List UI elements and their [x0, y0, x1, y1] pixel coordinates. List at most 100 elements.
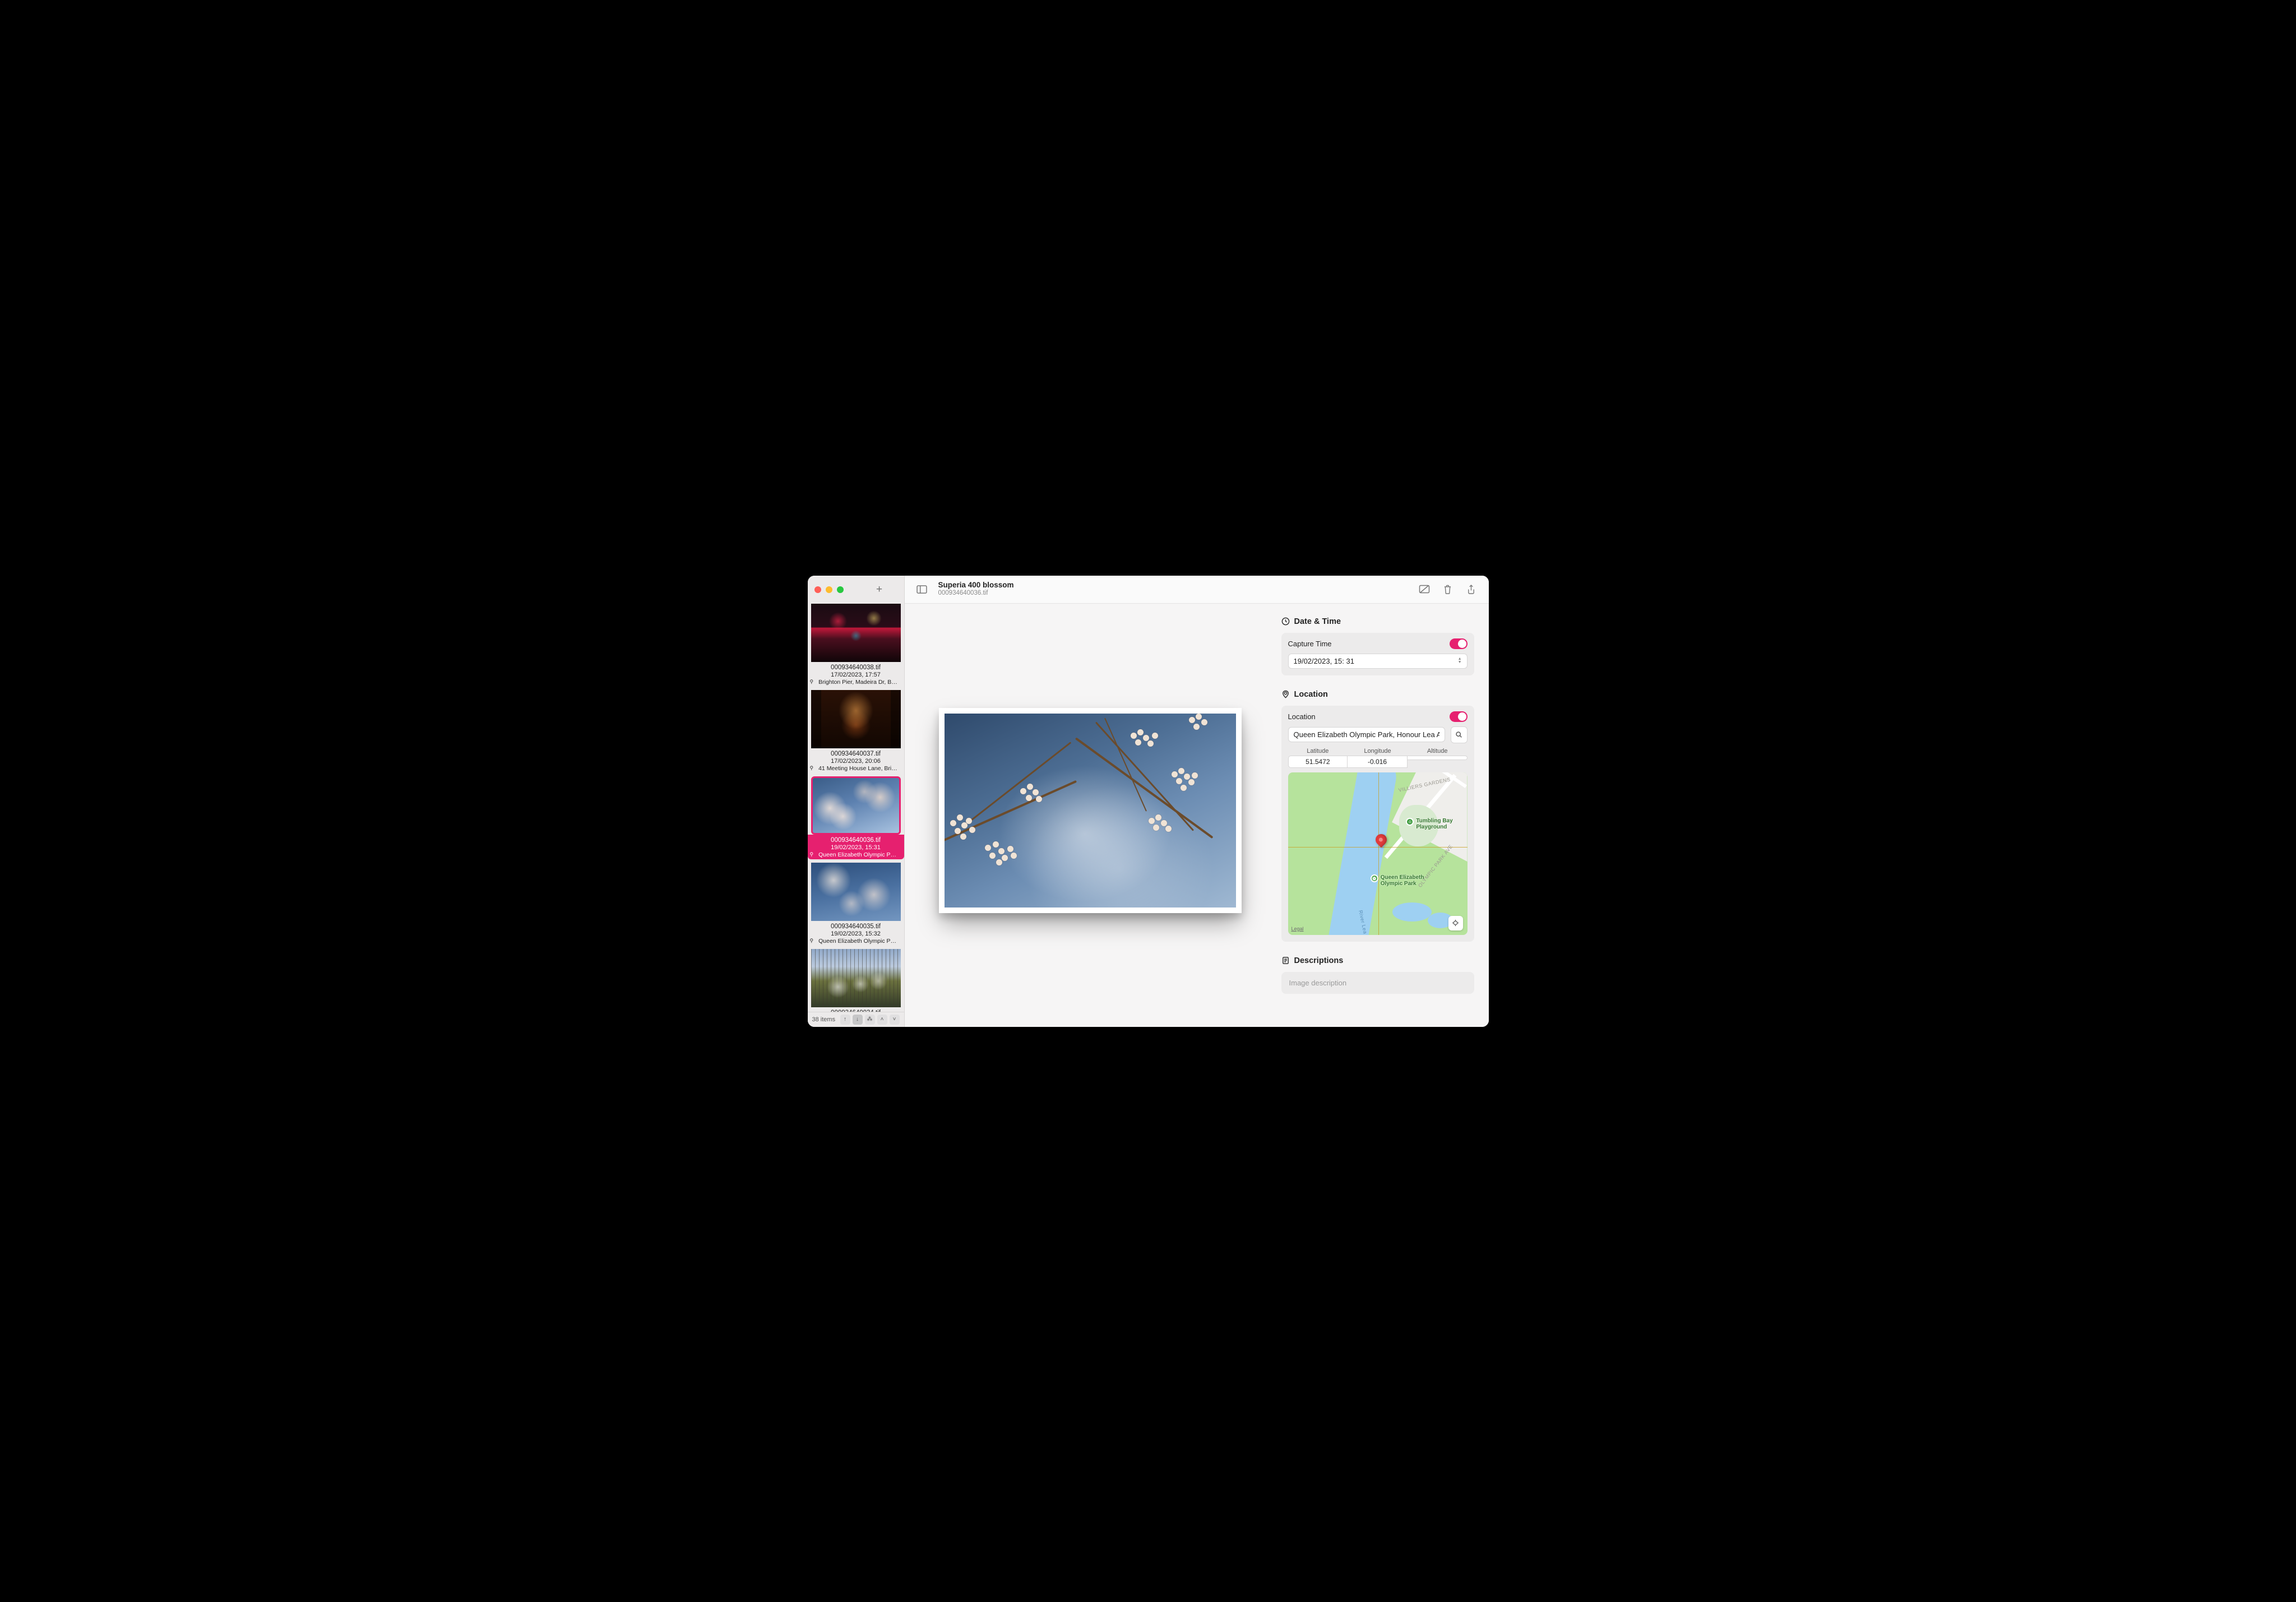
datetime-stepper[interactable]: ▲▼ [1458, 658, 1462, 664]
location-pin-icon [1281, 690, 1290, 698]
thumbnail-image [811, 690, 901, 748]
thumbnail-image [811, 863, 901, 921]
toggle-sidebar-button[interactable] [915, 582, 929, 596]
photo-frame [939, 708, 1242, 913]
thumbnail-location: Brighton Pier, Madeira Dr, Brighton, B… [815, 679, 901, 686]
section-heading: Descriptions [1281, 956, 1474, 965]
fullscreen-window-button[interactable] [837, 586, 844, 593]
thumbnail-filename: 000934640035.tif [810, 923, 902, 930]
thumbnail-location: 41 Meeting House Lane, Brighton, BN1… [815, 765, 901, 772]
datetime-panel: Capture Time 19/02/2023, 15: 31 ▲▼ [1281, 633, 1474, 675]
datetime-heading-label: Date & Time [1294, 617, 1341, 626]
share-button[interactable] [1464, 582, 1479, 596]
inspector-panel: Date & Time Capture Time 19/02/2023, 15:… [1276, 604, 1489, 1027]
thumbnail-item[interactable]: 000934640035.tif 19/02/2023, 15:32 ⚲Quee… [808, 863, 904, 949]
content-area: Date & Time Capture Time 19/02/2023, 15:… [905, 604, 1489, 1027]
item-count: 38 items [812, 1016, 836, 1023]
altitude-label: Altitude [1408, 748, 1468, 754]
section-heading: Location [1281, 690, 1474, 699]
location-panel: Location Queen Elizabeth Olympic Park, H… [1281, 706, 1474, 942]
document-icon [1281, 956, 1290, 965]
location-heading-label: Location [1294, 690, 1328, 699]
location-address-value: Queen Elizabeth Olympic Park, Honour Lea… [1294, 730, 1439, 739]
thumbnail-image [811, 949, 901, 1007]
sidebar-footer: 38 items ↑ ↓ ⁂ ˄ ˅ [808, 1012, 904, 1027]
close-window-button[interactable] [814, 586, 821, 593]
map-legal-link[interactable]: Legal [1292, 926, 1304, 932]
location-toggle[interactable] [1450, 711, 1468, 722]
thumbnail-meta: 000934640036.tif 19/02/2023, 15:31 ⚲Quee… [808, 835, 904, 859]
thumbnail-filename: 000934640038.tif [810, 664, 902, 671]
title-block: Superia 400 blossom 000934640036.tif [938, 581, 1014, 598]
document-filename: 000934640036.tif [938, 590, 1014, 598]
thumbnail-item[interactable]: 000934640038.tif 17/02/2023, 17:57 ⚲Brig… [808, 604, 904, 690]
location-address-field[interactable]: Queen Elizabeth Olympic Park, Honour Lea… [1288, 727, 1445, 742]
crosshair-icon [1452, 919, 1459, 927]
sort-asc-button[interactable]: ↑ [840, 1015, 850, 1025]
thumbnail-item-selected[interactable]: 000934640036.tif 19/02/2023, 15:31 ⚲Quee… [808, 776, 904, 863]
pin-icon: ⚲ [810, 938, 814, 944]
thumbnail-list[interactable]: 000934640038.tif 17/02/2023, 17:57 ⚲Brig… [808, 604, 904, 1012]
clear-metadata-button[interactable] [1417, 582, 1432, 596]
thumbnail-date: 19/02/2023, 15:32 [810, 930, 902, 937]
location-section: Location Location Queen Elizabeth Olympi… [1281, 690, 1474, 942]
toolbar: Superia 400 blossom 000934640036.tif [905, 576, 1489, 604]
poi-label: Tumbling Bay Playground [1416, 818, 1456, 830]
thumbnail-item[interactable]: 000934640034.tif [808, 949, 904, 1012]
add-button[interactable]: + [873, 583, 886, 596]
map-street-label: OLYMPIC PARK AVE [1417, 844, 1453, 888]
tree-icon: ⌂ [1406, 818, 1414, 826]
photo-preview [945, 714, 1236, 908]
description-placeholder: Image description [1289, 979, 1347, 987]
preview-pane [905, 604, 1276, 1027]
coordinates-row: Latitude 51.5472 Longitude -0.016 Altitu… [1288, 748, 1468, 768]
datetime-section: Date & Time Capture Time 19/02/2023, 15:… [1281, 617, 1474, 675]
window-controls-row: + [808, 576, 904, 604]
map-locate-button[interactable] [1448, 916, 1463, 930]
clock-icon [1281, 617, 1290, 626]
capture-time-label: Capture Time [1288, 640, 1444, 648]
delete-button[interactable] [1441, 582, 1455, 596]
longitude-field[interactable]: -0.016 [1348, 756, 1408, 768]
thumbnail-meta: 000934640038.tif 17/02/2023, 17:57 ⚲Brig… [808, 662, 904, 687]
descriptions-heading-label: Descriptions [1294, 956, 1344, 965]
location-search-button[interactable] [1451, 726, 1468, 743]
pin-icon: ⚲ [810, 679, 814, 685]
map-poi[interactable]: ⌂ Tumbling Bay Playground [1406, 818, 1456, 830]
app-window: + 000934640038.tif 17/02/2023, 17:57 ⚲Br… [808, 576, 1489, 1027]
latitude-label: Latitude [1288, 748, 1348, 754]
thumbnail-meta: 000934640035.tif 19/02/2023, 15:32 ⚲Quee… [808, 921, 904, 946]
thumbnail-date: 17/02/2023, 17:57 [810, 672, 902, 678]
main-area: Superia 400 blossom 000934640036.tif [905, 576, 1489, 1027]
thumbnail-image [811, 776, 901, 835]
minimize-window-button[interactable] [826, 586, 832, 593]
traffic-lights [814, 586, 844, 593]
thumbnail-meta: 000934640037.tif 17/02/2023, 20:06 ⚲41 M… [808, 748, 904, 773]
location-label: Location [1288, 712, 1444, 721]
thumbnail-meta: 000934640034.tif [808, 1007, 904, 1012]
thumbnail-location: Queen Elizabeth Olympic Park, Honou… [815, 851, 901, 858]
map-pin-icon [1376, 834, 1387, 845]
thumbnail-item[interactable]: 000934640037.tif 17/02/2023, 20:06 ⚲41 M… [808, 690, 904, 776]
document-title: Superia 400 blossom [938, 581, 1014, 590]
latitude-field[interactable]: 51.5472 [1288, 756, 1348, 768]
description-field[interactable]: Image description [1281, 972, 1474, 994]
location-map[interactable]: ⌂ Tumbling Bay Playground ✿ Queen Elizab… [1288, 772, 1468, 935]
tree-icon: ✿ [1371, 874, 1378, 882]
descriptions-section: Descriptions Image description [1281, 956, 1474, 994]
capture-time-toggle[interactable] [1450, 638, 1468, 649]
thumbnail-date: 19/02/2023, 15:31 [810, 844, 902, 851]
thumbnail-image [811, 604, 901, 662]
filter-button[interactable]: ⁂ [865, 1015, 875, 1025]
altitude-field[interactable] [1408, 756, 1468, 760]
search-icon [1455, 731, 1462, 738]
thumbnail-filename: 000934640037.tif [810, 751, 902, 757]
capture-time-field[interactable]: 19/02/2023, 15: 31 ▲▼ [1288, 654, 1468, 669]
longitude-label: Longitude [1348, 748, 1408, 754]
pin-icon: ⚲ [810, 851, 814, 858]
thumbnail-date: 17/02/2023, 20:06 [810, 758, 902, 765]
sort-desc-button[interactable]: ↓ [853, 1015, 863, 1025]
collapse-down-button[interactable]: ˅ [890, 1015, 900, 1025]
sidebar: + 000934640038.tif 17/02/2023, 17:57 ⚲Br… [808, 576, 905, 1027]
collapse-up-button[interactable]: ˄ [877, 1015, 887, 1025]
